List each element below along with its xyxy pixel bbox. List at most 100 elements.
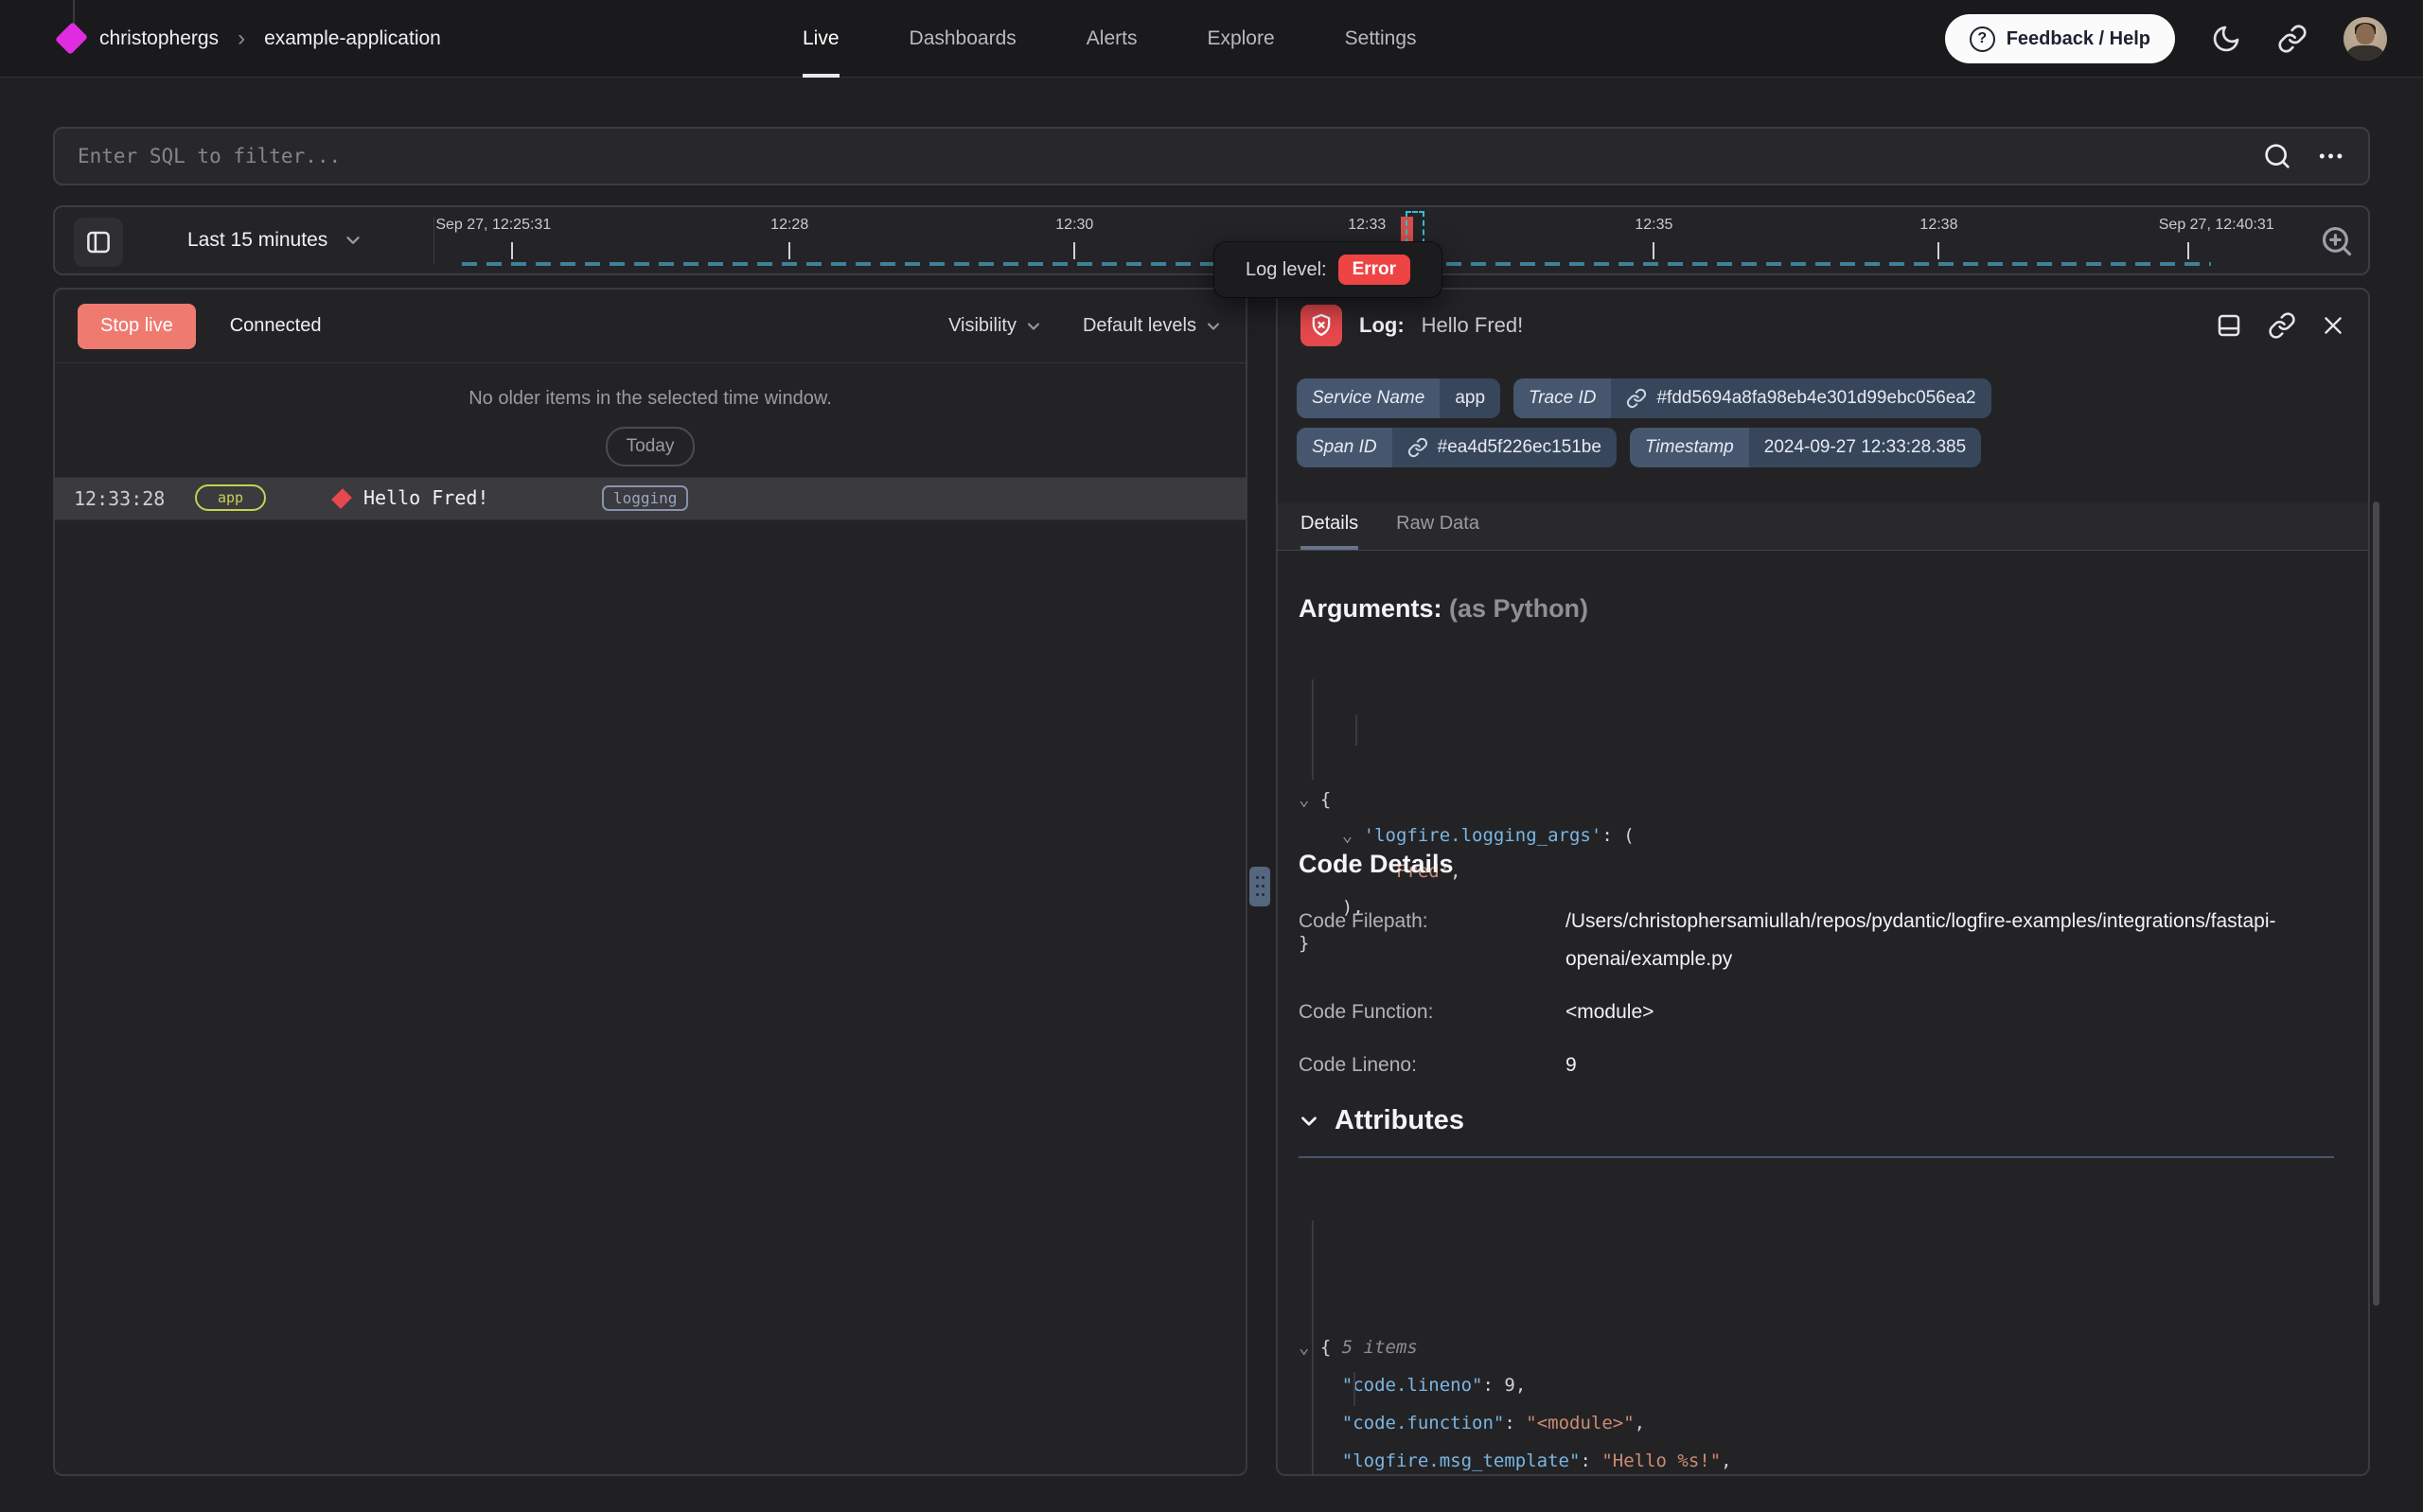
feedback-help-label: Feedback / Help [2007,28,2150,50]
code-details-heading: Code Details [1299,850,1454,879]
log-message: Hello Fred! [363,486,488,509]
top-nav: christophergs › example-application Live… [0,0,2423,78]
detail-tabs: Details Raw Data [1278,503,2368,551]
zoom-in-button[interactable] [2319,223,2355,259]
timeline-tickmark [788,242,790,259]
stop-live-button[interactable]: Stop live [78,304,196,349]
divider [433,217,434,264]
indent-guide [1312,679,1314,780]
attributes-section-toggle[interactable]: Attributes [1297,1105,1464,1136]
code-line: "logfire.msg_template": "Hello %s!", [1299,1442,2165,1476]
log-level-tooltip: Log level: Error [1214,242,1441,297]
tab-live[interactable]: Live [803,0,840,78]
timeline-tick-label: Sep 27, 12:25:31 [435,217,551,234]
code-function-value: <module> [1565,993,2302,1031]
timestamp-pill: Timestamp 2024-09-27 12:33:28.385 [1630,428,1981,467]
timeline-tick-label: Sep 27, 12:40:31 [2159,217,2274,234]
detail-scrollbar-thumb[interactable] [2373,501,2379,1306]
tooltip-label: Log level: [1246,259,1327,281]
share-link-button[interactable] [2277,24,2308,54]
span-id-pill[interactable]: Span ID #ea4d5f226ec151be [1297,428,1617,467]
zoom-in-icon [2319,223,2355,259]
live-panel-header: Stop live Connected Visibility Default l… [55,290,1246,363]
time-range-dropdown[interactable]: Last 15 minutes [187,207,363,273]
pill-label: Service Name [1297,378,1440,418]
feedback-help-button[interactable]: ? Feedback / Help [1945,14,2175,63]
tab-explore[interactable]: Explore [1207,0,1274,78]
attributes-heading: Attributes [1335,1105,1464,1136]
visibility-label: Visibility [948,315,1017,337]
avatar-body [2347,45,2383,61]
breadcrumb-project[interactable]: example-application [264,27,441,50]
panel-left-icon [84,228,113,256]
copy-link-icon[interactable] [2268,311,2296,340]
nav-tabs: Live Dashboards Alerts Explore Settings [803,0,1417,78]
indent-guide [1353,1372,1355,1406]
tab-alerts[interactable]: Alerts [1087,0,1138,78]
timeline-tickmark [1653,242,1654,259]
pill-label: Span ID [1297,428,1392,467]
trace-id-value: #fdd5694a8fa98eb4e301d99ebc056ea2 [1656,388,1975,409]
code-line: ⌄ { 5 items [1299,1328,2165,1366]
pill-label: Timestamp [1630,428,1749,467]
attributes-code-block[interactable]: ⌄ { 5 items "code.lineno": 9, "code.func… [1299,1177,2165,1476]
more-options-icon[interactable]: ••• [2319,147,2345,167]
code-line: ⌄ { [1299,782,1635,818]
code-function-label: Code Function: [1299,993,1565,1031]
close-icon[interactable] [2321,313,2345,338]
code-filepath-value: /Users/christophersamiullah/repos/pydant… [1565,903,2302,978]
timeline-tick-label: 12:33 [1348,217,1386,234]
today-button[interactable]: Today [606,427,696,466]
chevron-down-icon [1024,317,1043,336]
log-row[interactable]: 12:33:28 app Hello Fred! logging [55,477,1246,520]
timeline-tick-label: 12:35 [1635,217,1672,234]
arguments-subheading: (as Python) [1449,594,1588,623]
logging-tag-badge[interactable]: logging [602,485,688,511]
tab-raw-data[interactable]: Raw Data [1396,513,1479,550]
indent-guide [1355,715,1357,746]
live-logs-panel: Stop live Connected Visibility Default l… [53,288,1247,1476]
user-avatar[interactable] [2343,17,2387,61]
detail-title-prefix: Log: [1359,313,1405,338]
breadcrumb: christophergs › example-application [61,26,441,52]
service-badge[interactable]: app [195,484,266,511]
code-line: "code.function": "<module>", [1299,1404,2165,1442]
pill-label: Trace ID [1513,378,1611,418]
chevron-down-icon [1204,317,1223,336]
arguments-heading: Arguments: (as Python) [1299,594,1588,624]
trace-id-pill[interactable]: Trace ID #fdd5694a8fa98eb4e301d99ebc056e… [1513,378,1991,418]
tab-settings[interactable]: Settings [1345,0,1417,78]
search-icon[interactable] [2262,141,2292,171]
error-shield-icon [1300,305,1342,346]
panel-resize-handle[interactable] [1249,867,1270,906]
link-icon [2277,24,2308,54]
theme-toggle-button[interactable] [2211,24,2241,54]
code-lineno-value: 9 [1565,1046,2302,1084]
time-range-bar: Last 15 minutes Sep 27, 12:25:31 12:28 1… [53,205,2370,275]
timeline-tick-label: 12:28 [770,217,808,234]
timeline-tickmark [1073,242,1075,259]
timeline-tickmark [1937,242,1939,259]
tab-dashboards[interactable]: Dashboards [910,0,1017,78]
dock-panel-icon[interactable] [2215,311,2243,340]
error-level-badge: Error [1338,255,1410,285]
sql-filter-bar: ••• [53,127,2370,185]
timestamp-value: 2024-09-27 12:33:28.385 [1749,428,1981,467]
grip-dots-icon [1256,876,1265,898]
code-lineno-label: Code Lineno: [1299,1046,1565,1084]
service-name-pill: Service Name app [1297,378,1500,418]
attributes-divider [1299,1156,2334,1158]
pill-value: app [1440,378,1500,418]
breadcrumb-org[interactable]: christophergs [99,27,219,50]
time-range-label: Last 15 minutes [187,229,327,252]
tab-details[interactable]: Details [1300,513,1358,550]
logfire-logo-icon[interactable] [55,22,88,55]
default-levels-dropdown[interactable]: Default levels [1083,315,1223,337]
timeline-tickmark [511,242,513,259]
timeline-tick-label: 12:38 [1919,217,1957,234]
sql-filter-input[interactable] [78,145,2262,167]
visibility-dropdown[interactable]: Visibility [948,315,1043,337]
question-icon: ? [1970,26,1995,52]
sidebar-toggle-button[interactable] [74,218,123,267]
link-icon [1407,437,1428,458]
